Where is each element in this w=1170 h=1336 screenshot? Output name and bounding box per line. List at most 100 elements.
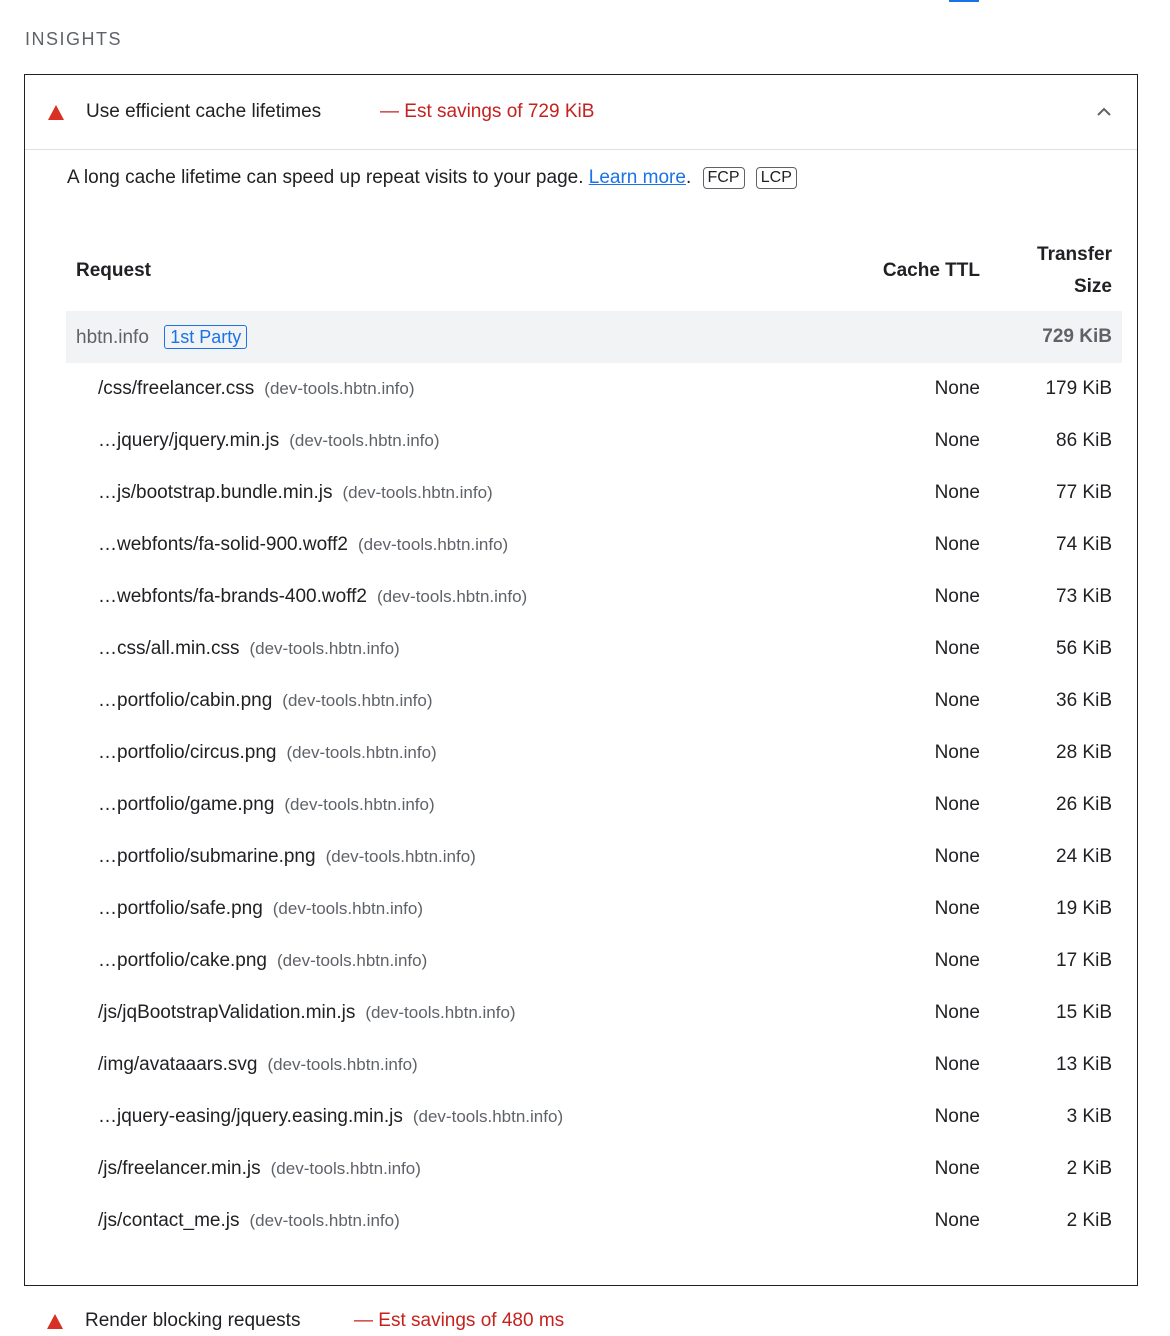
request-cell: /img/avataaars.svg (dev-tools.hbtn.info) bbox=[66, 1039, 840, 1091]
cache-ttl-cell: None bbox=[934, 1054, 980, 1075]
warning-triangle-icon bbox=[47, 1314, 63, 1329]
table-row: …portfolio/game.png (dev-tools.hbtn.info)… bbox=[66, 779, 1122, 831]
first-party-badge[interactable]: 1st Party bbox=[164, 325, 248, 349]
request-url[interactable]: …jquery/jquery.min.js bbox=[98, 430, 279, 451]
table-row: …jquery/jquery.min.js (dev-tools.hbtn.inf… bbox=[66, 415, 1122, 467]
table-row: …portfolio/cabin.png (dev-tools.hbtn.info… bbox=[66, 675, 1122, 727]
transfer-size-cell: 77 KiB bbox=[1056, 482, 1112, 503]
next-audit-title: Render blocking requests bbox=[85, 1310, 301, 1331]
cache-ttl-cell: None bbox=[934, 534, 980, 555]
transfer-size-cell: 73 KiB bbox=[1056, 586, 1112, 607]
next-audit-header[interactable]: Render blocking requests — Est savings o… bbox=[24, 1306, 1138, 1336]
request-url[interactable]: /css/freelancer.css bbox=[98, 378, 254, 399]
table-row: …webfonts/fa-solid-900.woff2 (dev-tools.h… bbox=[66, 519, 1122, 571]
request-cell: …jquery-easing/jquery.easing.min.js (dev-… bbox=[66, 1091, 840, 1143]
request-url[interactable]: …js/bootstrap.bundle.min.js bbox=[98, 482, 332, 503]
table-row: …webfonts/fa-brands-400.woff2 (dev-tools.… bbox=[66, 571, 1122, 623]
tab-underline bbox=[949, 0, 979, 2]
request-cell: /css/freelancer.css (dev-tools.hbtn.info) bbox=[66, 363, 840, 415]
request-host: (dev-tools.hbtn.info) bbox=[270, 1159, 421, 1178]
column-header-transfer-size: Transfer Size bbox=[1037, 244, 1112, 297]
request-cell: …portfolio/cabin.png (dev-tools.hbtn.info… bbox=[66, 675, 840, 727]
table-row: /css/freelancer.css (dev-tools.hbtn.info)… bbox=[66, 363, 1122, 415]
entity-ttl-cell bbox=[840, 311, 990, 363]
request-host: (dev-tools.hbtn.info) bbox=[267, 1055, 418, 1074]
table-row: …js/bootstrap.bundle.min.js (dev-tools.hb… bbox=[66, 467, 1122, 519]
request-cell: …portfolio/submarine.png (dev-tools.hbtn.… bbox=[66, 831, 840, 883]
warning-triangle-icon bbox=[48, 105, 64, 120]
transfer-size-cell: 36 KiB bbox=[1056, 690, 1112, 711]
cache-ttl-cell: None bbox=[934, 794, 980, 815]
request-url[interactable]: …portfolio/cake.png bbox=[98, 950, 267, 971]
cache-ttl-cell: None bbox=[934, 1158, 980, 1179]
entity-name: hbtn.info bbox=[76, 327, 149, 348]
request-url[interactable]: …webfonts/fa-brands-400.woff2 bbox=[98, 586, 367, 607]
table-row: …portfolio/safe.png (dev-tools.hbtn.info)… bbox=[66, 883, 1122, 935]
next-audit-savings: — Est savings of 480 ms bbox=[354, 1310, 565, 1331]
learn-more-link[interactable]: Learn more bbox=[589, 167, 686, 188]
cache-ttl-cell: None bbox=[934, 430, 980, 451]
request-cell: …webfonts/fa-brands-400.woff2 (dev-tools.… bbox=[66, 571, 840, 623]
description-text: A long cache lifetime can speed up repea… bbox=[67, 167, 584, 188]
cache-ttl-cell: None bbox=[934, 690, 980, 711]
request-url[interactable]: …jquery-easing/jquery.easing.min.js bbox=[98, 1106, 403, 1127]
request-host: (dev-tools.hbtn.info) bbox=[282, 691, 433, 710]
request-host: (dev-tools.hbtn.info) bbox=[289, 431, 440, 450]
table-header-row: Request Cache TTL Transfer Size bbox=[66, 231, 1122, 311]
request-host: (dev-tools.hbtn.info) bbox=[249, 639, 400, 658]
column-header-cache-ttl: Cache TTL bbox=[882, 260, 980, 281]
request-url[interactable]: /js/jqBootstrapValidation.min.js bbox=[98, 1002, 355, 1023]
request-url[interactable]: …portfolio/submarine.png bbox=[98, 846, 316, 867]
metric-chip-fcp: FCP bbox=[702, 167, 745, 189]
request-host: (dev-tools.hbtn.info) bbox=[264, 379, 415, 398]
request-url[interactable]: …portfolio/circus.png bbox=[98, 742, 276, 763]
cache-ttl-cell: None bbox=[934, 1106, 980, 1127]
request-host: (dev-tools.hbtn.info) bbox=[412, 1107, 564, 1126]
table-row: …css/all.min.css (dev-tools.hbtn.info) Non… bbox=[66, 623, 1122, 675]
request-url[interactable]: …portfolio/safe.png bbox=[98, 898, 263, 919]
table-row: …portfolio/submarine.png (dev-tools.hbtn.… bbox=[66, 831, 1122, 883]
request-host: (dev-tools.hbtn.info) bbox=[249, 1211, 400, 1230]
request-host: (dev-tools.hbtn.info) bbox=[342, 483, 493, 502]
request-url[interactable]: /js/freelancer.min.js bbox=[98, 1158, 261, 1179]
transfer-size-cell: 3 KiB bbox=[1066, 1106, 1112, 1127]
transfer-size-cell: 24 KiB bbox=[1056, 846, 1112, 867]
chevron-up-icon[interactable] bbox=[1093, 101, 1115, 123]
request-cell: …portfolio/circus.png (dev-tools.hbtn.inf… bbox=[66, 727, 840, 779]
requests-table: Request Cache TTL Transfer Size hbtn.inf… bbox=[66, 231, 1122, 1247]
cache-ttl-cell: None bbox=[934, 586, 980, 607]
entity-size: 729 KiB bbox=[990, 311, 1122, 363]
request-host: (dev-tools.hbtn.info) bbox=[286, 743, 437, 762]
table-row: /js/contact_me.js (dev-tools.hbtn.info) No… bbox=[66, 1195, 1122, 1247]
request-cell: …portfolio/game.png (dev-tools.hbtn.info) bbox=[66, 779, 840, 831]
table-row: …portfolio/circus.png (dev-tools.hbtn.inf… bbox=[66, 727, 1122, 779]
cache-ttl-cell: None bbox=[934, 846, 980, 867]
transfer-size-cell: 19 KiB bbox=[1056, 898, 1112, 919]
request-url[interactable]: /js/contact_me.js bbox=[98, 1210, 240, 1231]
table-row: /img/avataaars.svg (dev-tools.hbtn.info) N… bbox=[66, 1039, 1122, 1091]
transfer-size-cell: 2 KiB bbox=[1066, 1158, 1112, 1179]
request-host: (dev-tools.hbtn.info) bbox=[325, 847, 476, 866]
request-cell: …portfolio/safe.png (dev-tools.hbtn.info) bbox=[66, 883, 840, 935]
audit-card: Use efficient cache lifetimes — Est savi… bbox=[24, 74, 1138, 1286]
request-url[interactable]: …webfonts/fa-solid-900.woff2 bbox=[98, 534, 348, 555]
request-cell: …js/bootstrap.bundle.min.js (dev-tools.hb… bbox=[66, 467, 840, 519]
table-row: …jquery-easing/jquery.easing.min.js (dev-… bbox=[66, 1091, 1122, 1143]
request-cell: /js/jqBootstrapValidation.min.js (dev-too… bbox=[66, 987, 840, 1039]
transfer-size-cell: 56 KiB bbox=[1056, 638, 1112, 659]
request-url[interactable]: …css/all.min.css bbox=[98, 638, 239, 659]
transfer-size-cell: 2 KiB bbox=[1066, 1210, 1112, 1231]
request-host: (dev-tools.hbtn.info) bbox=[272, 899, 424, 918]
cache-ttl-cell: None bbox=[934, 1002, 980, 1023]
cache-ttl-cell: None bbox=[934, 742, 980, 763]
audit-savings: — Est savings of 729 KiB bbox=[380, 101, 595, 122]
transfer-size-cell: 17 KiB bbox=[1056, 950, 1112, 971]
request-cell: …css/all.min.css (dev-tools.hbtn.info) bbox=[66, 623, 840, 675]
cache-ttl-cell: None bbox=[934, 1210, 980, 1231]
audit-header[interactable]: Use efficient cache lifetimes — Est savi… bbox=[25, 75, 1137, 150]
request-url[interactable]: …portfolio/game.png bbox=[98, 794, 274, 815]
request-url[interactable]: …portfolio/cabin.png bbox=[98, 690, 272, 711]
transfer-size-cell: 74 KiB bbox=[1056, 534, 1112, 555]
column-header-request: Request bbox=[76, 260, 151, 281]
request-url[interactable]: /img/avataaars.svg bbox=[98, 1054, 257, 1075]
